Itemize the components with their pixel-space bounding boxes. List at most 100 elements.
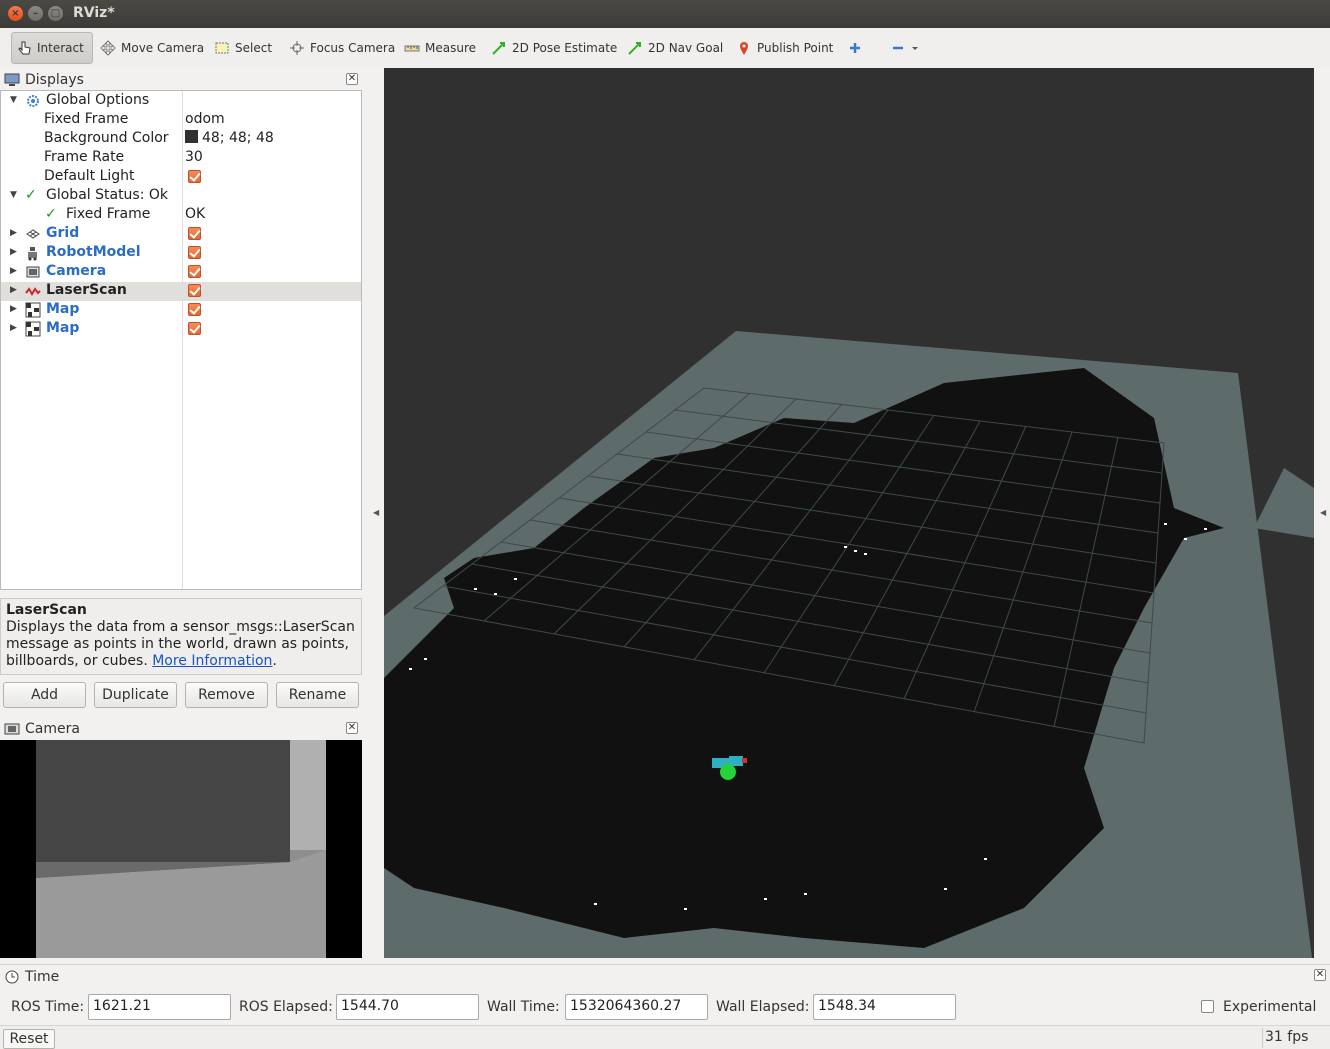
ruler-icon bbox=[404, 45, 420, 52]
grid-icon bbox=[26, 229, 40, 239]
map-enabled-checkbox[interactable] bbox=[188, 301, 201, 318]
remove-display-button[interactable]: Remove bbox=[185, 682, 268, 708]
gear-icon bbox=[27, 95, 39, 107]
displays-tree: ▼ Global Options Fixed Frame odom Backgr… bbox=[0, 90, 362, 590]
close-icon[interactable]: ✕ bbox=[1314, 969, 1326, 981]
fixed-frame-value[interactable]: odom bbox=[185, 111, 225, 127]
camera-image bbox=[36, 740, 326, 958]
more-information-link[interactable]: More Information bbox=[152, 653, 272, 669]
ros-elapsed-label: ROS Elapsed: bbox=[239, 999, 333, 1015]
tree-row-fixed-frame-status[interactable]: ✓ Fixed Frame OK bbox=[1, 206, 361, 225]
ros-time-label: ROS Time: bbox=[11, 999, 85, 1015]
focus-camera-tool-button[interactable]: Focus Camera bbox=[285, 32, 399, 64]
interact-label: Interact bbox=[37, 41, 84, 55]
expand-arrow-icon[interactable]: ▶ bbox=[10, 266, 20, 276]
fixed-frame-status-value: OK bbox=[185, 206, 206, 222]
close-icon[interactable]: ✕ bbox=[346, 722, 358, 734]
tree-row-default-light[interactable]: Default Light bbox=[1, 168, 361, 187]
expand-arrow-icon[interactable]: ▶ bbox=[10, 285, 20, 295]
expand-arrow-icon[interactable]: ▶ bbox=[10, 228, 20, 238]
tree-row-global-options[interactable]: ▼ Global Options bbox=[1, 92, 361, 111]
tree-row-background-color[interactable]: Background Color 48; 48; 48 bbox=[1, 130, 361, 149]
2d-nav-goal-tool-button[interactable]: 2D Nav Goal bbox=[623, 32, 727, 64]
tree-row-fixed-frame[interactable]: Fixed Frame odom bbox=[1, 111, 361, 130]
description-title: LaserScan bbox=[6, 602, 87, 618]
wall-time-label: Wall Time: bbox=[487, 999, 560, 1015]
time-panel: Time ✕ ROS Time: 1621.21 ROS Elapsed: 15… bbox=[0, 964, 1330, 1024]
expand-arrow-icon[interactable]: ▼ bbox=[10, 190, 20, 200]
reset-button[interactable]: Reset bbox=[3, 1029, 55, 1049]
camera-enabled-checkbox[interactable] bbox=[188, 263, 201, 280]
tree-row-grid[interactable]: ▶ Grid bbox=[1, 225, 361, 244]
ros-time-field[interactable]: 1621.21 bbox=[88, 994, 231, 1020]
wall-elapsed-label: Wall Elapsed: bbox=[716, 999, 810, 1015]
tree-label: Grid bbox=[46, 225, 80, 241]
grid-enabled-checkbox[interactable] bbox=[188, 225, 201, 242]
camera-panel-title: Camera bbox=[25, 721, 80, 737]
2d-pose-estimate-label: 2D Pose Estimate bbox=[512, 41, 618, 55]
map-pin-icon bbox=[740, 42, 748, 55]
tree-label: Map bbox=[46, 320, 80, 336]
publish-point-tool-button[interactable]: Publish Point bbox=[732, 32, 837, 64]
tree-row-map[interactable]: ▶ Map bbox=[1, 301, 361, 320]
ros-elapsed-field[interactable]: 1544.70 bbox=[336, 994, 479, 1020]
add-display-button[interactable]: Add bbox=[3, 682, 86, 708]
tree-label: Map bbox=[46, 301, 80, 317]
interact-tool-button[interactable]: Interact bbox=[11, 32, 93, 64]
remove-tool-button[interactable] bbox=[886, 32, 923, 64]
measure-tool-button[interactable]: Measure bbox=[400, 32, 480, 64]
default-light-checkbox[interactable] bbox=[188, 168, 201, 185]
publish-point-label: Publish Point bbox=[757, 41, 834, 55]
tree-row-robotmodel[interactable]: ▶ RobotModel bbox=[1, 244, 361, 263]
frame-rate-value[interactable]: 30 bbox=[185, 149, 203, 165]
move-camera-label: Move Camera bbox=[121, 41, 205, 55]
expand-arrow-icon[interactable]: ▶ bbox=[10, 323, 20, 333]
toolbar: Interact Move Camera Select Focus Camera… bbox=[0, 28, 1330, 68]
tree-row-map[interactable]: ▶ Map bbox=[1, 320, 361, 339]
expand-arrow-icon[interactable]: ▶ bbox=[10, 304, 20, 314]
tree-label: LaserScan bbox=[46, 282, 127, 298]
measure-label: Measure bbox=[425, 41, 476, 55]
map-grid-icon bbox=[25, 302, 41, 318]
tree-row-camera[interactable]: ▶ Camera bbox=[1, 263, 361, 282]
laser-wave-icon bbox=[25, 287, 41, 296]
add-tool-button[interactable] bbox=[843, 32, 867, 64]
tree-label: Camera bbox=[46, 263, 107, 279]
fps-readout: 31 fps bbox=[1265, 1029, 1309, 1045]
tree-label: Background Color bbox=[44, 130, 169, 146]
expand-arrow-icon[interactable]: ▶ bbox=[10, 247, 20, 257]
background-color-value[interactable]: 48; 48; 48 bbox=[185, 130, 274, 146]
left-splitter-handle[interactable]: ◀ bbox=[373, 508, 379, 517]
close-icon[interactable]: ✕ bbox=[346, 73, 358, 85]
status-ok-check-icon: ✓ bbox=[45, 206, 57, 222]
robotmodel-enabled-checkbox[interactable] bbox=[188, 244, 201, 261]
wall-time-field[interactable]: 1532064360.27 bbox=[565, 994, 708, 1020]
laserscan-enabled-checkbox[interactable] bbox=[188, 282, 201, 299]
experimental-checkbox[interactable] bbox=[1201, 1000, 1214, 1013]
duplicate-display-button[interactable]: Duplicate bbox=[94, 682, 177, 708]
green-arrow-icon bbox=[628, 42, 641, 55]
minimize-window-button[interactable]: – bbox=[28, 6, 43, 21]
color-swatch bbox=[185, 130, 198, 143]
time-panel-header: Time bbox=[5, 969, 59, 985]
3d-render-view[interactable] bbox=[384, 68, 1314, 958]
tree-row-laserscan[interactable]: ▶ LaserScan bbox=[1, 282, 361, 301]
clock-icon bbox=[5, 970, 19, 984]
status-ok-check-icon: ✓ bbox=[25, 187, 37, 203]
tree-row-frame-rate[interactable]: Frame Rate 30 bbox=[1, 149, 361, 168]
tree-label: Fixed Frame bbox=[66, 206, 151, 222]
tree-label: Frame Rate bbox=[44, 149, 125, 165]
rename-display-button[interactable]: Rename bbox=[276, 682, 359, 708]
move-camera-tool-button[interactable]: Move Camera bbox=[96, 32, 208, 64]
right-splitter-handle[interactable]: ◀ bbox=[1320, 508, 1326, 517]
tree-label: RobotModel bbox=[46, 244, 141, 260]
close-window-button[interactable]: × bbox=[8, 6, 23, 21]
tree-row-global-status[interactable]: ▼ ✓ Global Status: Ok bbox=[1, 187, 361, 206]
expand-arrow-icon[interactable]: ▼ bbox=[10, 95, 20, 105]
select-tool-button[interactable]: Select bbox=[210, 32, 276, 64]
2d-pose-estimate-tool-button[interactable]: 2D Pose Estimate bbox=[487, 32, 621, 64]
display-description: LaserScan Displays the data from a senso… bbox=[0, 598, 362, 675]
maximize-window-button[interactable]: □ bbox=[48, 6, 63, 21]
wall-elapsed-field[interactable]: 1548.34 bbox=[813, 994, 956, 1020]
map-enabled-checkbox[interactable] bbox=[188, 320, 201, 337]
